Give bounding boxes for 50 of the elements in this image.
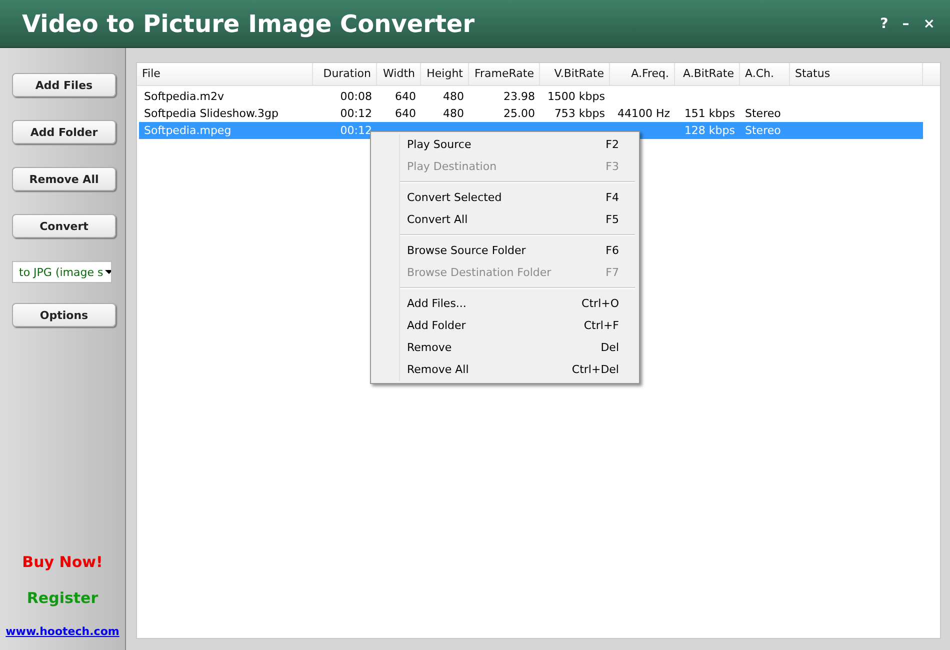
column-header[interactable]: A.Ch.: [740, 63, 790, 85]
table-cell: 23.98: [504, 90, 535, 103]
table-cell: Softpedia.m2v: [144, 90, 224, 103]
table-cell: 00:08: [340, 90, 372, 103]
column-header[interactable]: Duration: [313, 63, 377, 85]
menu-item[interactable]: Remove All Ctrl+Del: [400, 359, 637, 381]
window-title: Video to Picture Image Converter: [22, 10, 475, 38]
sidebar-button[interactable]: Add Files: [12, 73, 116, 97]
table-cell: 640: [395, 90, 416, 103]
column-header[interactable]: FrameRate: [469, 63, 540, 85]
help-button[interactable]: ?: [877, 16, 892, 32]
menu-item[interactable]: Add Files... Ctrl+O: [400, 293, 637, 315]
table-cell: 128 kbps: [684, 124, 735, 137]
column-header[interactable]: A.BitRate: [675, 63, 740, 85]
menu-item[interactable]: Browse Source Folder F6: [400, 240, 637, 262]
table-cell: 640: [395, 107, 416, 120]
column-header[interactable]: Status: [790, 63, 923, 85]
column-header[interactable]: Height: [421, 63, 469, 85]
menu-item[interactable]: Convert Selected F4: [400, 187, 637, 209]
column-header[interactable]: A.Freq.: [610, 63, 675, 85]
table-cell: 151 kbps: [684, 107, 735, 120]
sidebar-button[interactable]: Options: [12, 303, 116, 327]
menu-item[interactable]: Remove Del: [400, 337, 637, 359]
column-header[interactable]: File: [137, 63, 313, 85]
table-row[interactable]: Softpedia Slideshow.3gp 00:12 640 480 25.00 753 kbps 44100 Hz 151 kbps Stereo: [139, 105, 923, 122]
sidebar-button[interactable]: Add Folder: [12, 120, 116, 144]
table-cell: 44100 Hz: [617, 107, 670, 120]
format-dropdown[interactable]: to JPG (image s: [12, 261, 112, 283]
dropdown-arrow-icon: [105, 270, 111, 274]
table-cell: 753 kbps: [554, 107, 605, 120]
table-cell: Softpedia.mpeg: [144, 124, 232, 137]
menu-item[interactable]: Add Folder Ctrl+F: [400, 315, 637, 337]
website-link[interactable]: www.hootech.com: [6, 625, 120, 638]
table-cell: 480: [443, 90, 464, 103]
table-cell: Stereo: [745, 107, 781, 120]
table-cell: Softpedia Slideshow.3gp: [144, 107, 278, 120]
menu-item[interactable]: Convert All F5: [400, 209, 637, 231]
sidebar-button[interactable]: Remove All: [12, 167, 116, 191]
table-cell: 480: [443, 107, 464, 120]
table-cell: 1500 kbps: [547, 90, 605, 103]
table-cell: 25.00: [504, 107, 535, 120]
table-cell: 00:12: [340, 107, 372, 120]
table-row[interactable]: Softpedia.m2v 00:08 640 480 23.98 1500 kbps: [139, 88, 923, 105]
column-header[interactable]: Width: [377, 63, 421, 85]
minimize-button[interactable]: –: [899, 16, 912, 32]
column-header[interactable]: V.BitRate: [540, 63, 610, 85]
table-cell: 00:12: [340, 124, 372, 137]
sidebar-button[interactable]: Convert: [12, 214, 116, 238]
close-button[interactable]: ×: [920, 16, 938, 32]
table-cell: Stereo: [745, 124, 781, 137]
